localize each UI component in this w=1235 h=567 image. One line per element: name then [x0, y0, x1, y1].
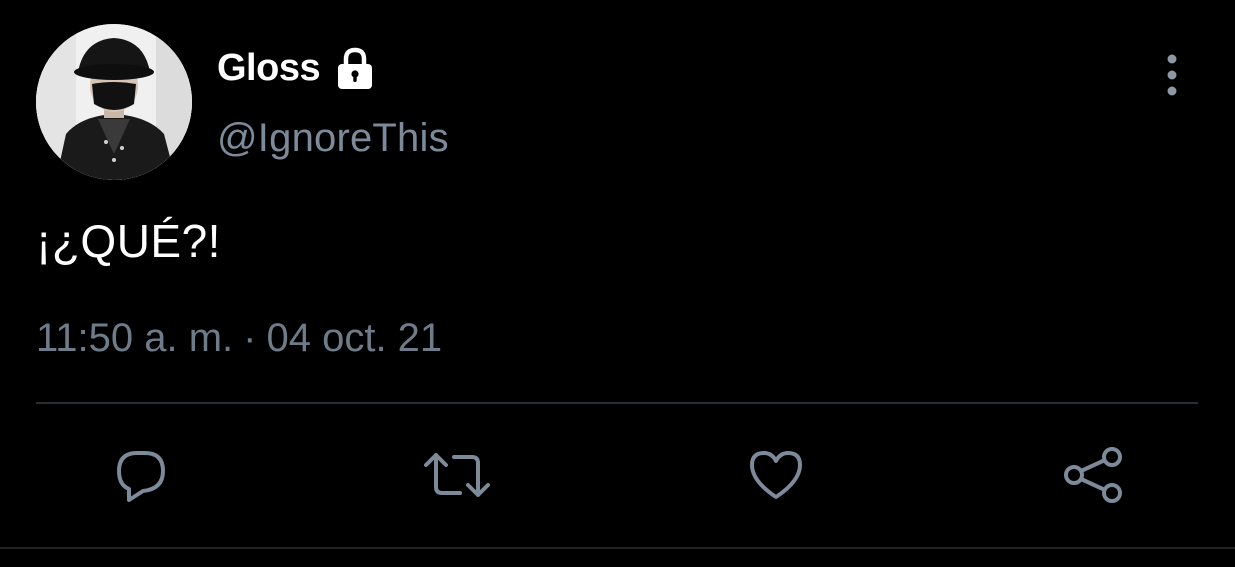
like-button[interactable] — [741, 440, 811, 510]
meta-separator: · — [243, 316, 257, 360]
tweet-time: 11:50 a. m. — [36, 316, 234, 360]
user-avatar-image — [36, 24, 192, 180]
reply-icon — [117, 451, 165, 502]
retweet-icon — [424, 453, 490, 497]
more-options-button[interactable] — [1150, 52, 1194, 98]
share-button[interactable] — [1058, 440, 1128, 510]
tweet-timestamp[interactable]: 11:50 a. m. · 04 oct. 21 — [36, 316, 442, 361]
share-icon — [1064, 447, 1122, 503]
tweet-date: 04 oct. 21 — [266, 316, 443, 360]
lock-icon — [332, 45, 378, 91]
reply-button[interactable] — [106, 440, 176, 510]
bottom-divider — [0, 547, 1235, 549]
retweet-button[interactable] — [422, 440, 492, 510]
tweet-text: ¡¿QUÉ?! — [36, 215, 221, 267]
action-bar — [0, 440, 1235, 510]
more-vertical-icon — [1167, 54, 1177, 96]
author-name-row[interactable]: Gloss — [217, 44, 378, 92]
divider — [36, 402, 1198, 404]
avatar[interactable] — [36, 24, 192, 180]
user-handle[interactable]: @IgnoreThis — [217, 116, 449, 161]
tweet-detail: Gloss @IgnoreThis ¡¿QUÉ?! 11:50 a. m. · 04… — [0, 0, 1235, 567]
display-name[interactable]: Gloss — [217, 47, 321, 90]
like-icon — [750, 451, 802, 499]
